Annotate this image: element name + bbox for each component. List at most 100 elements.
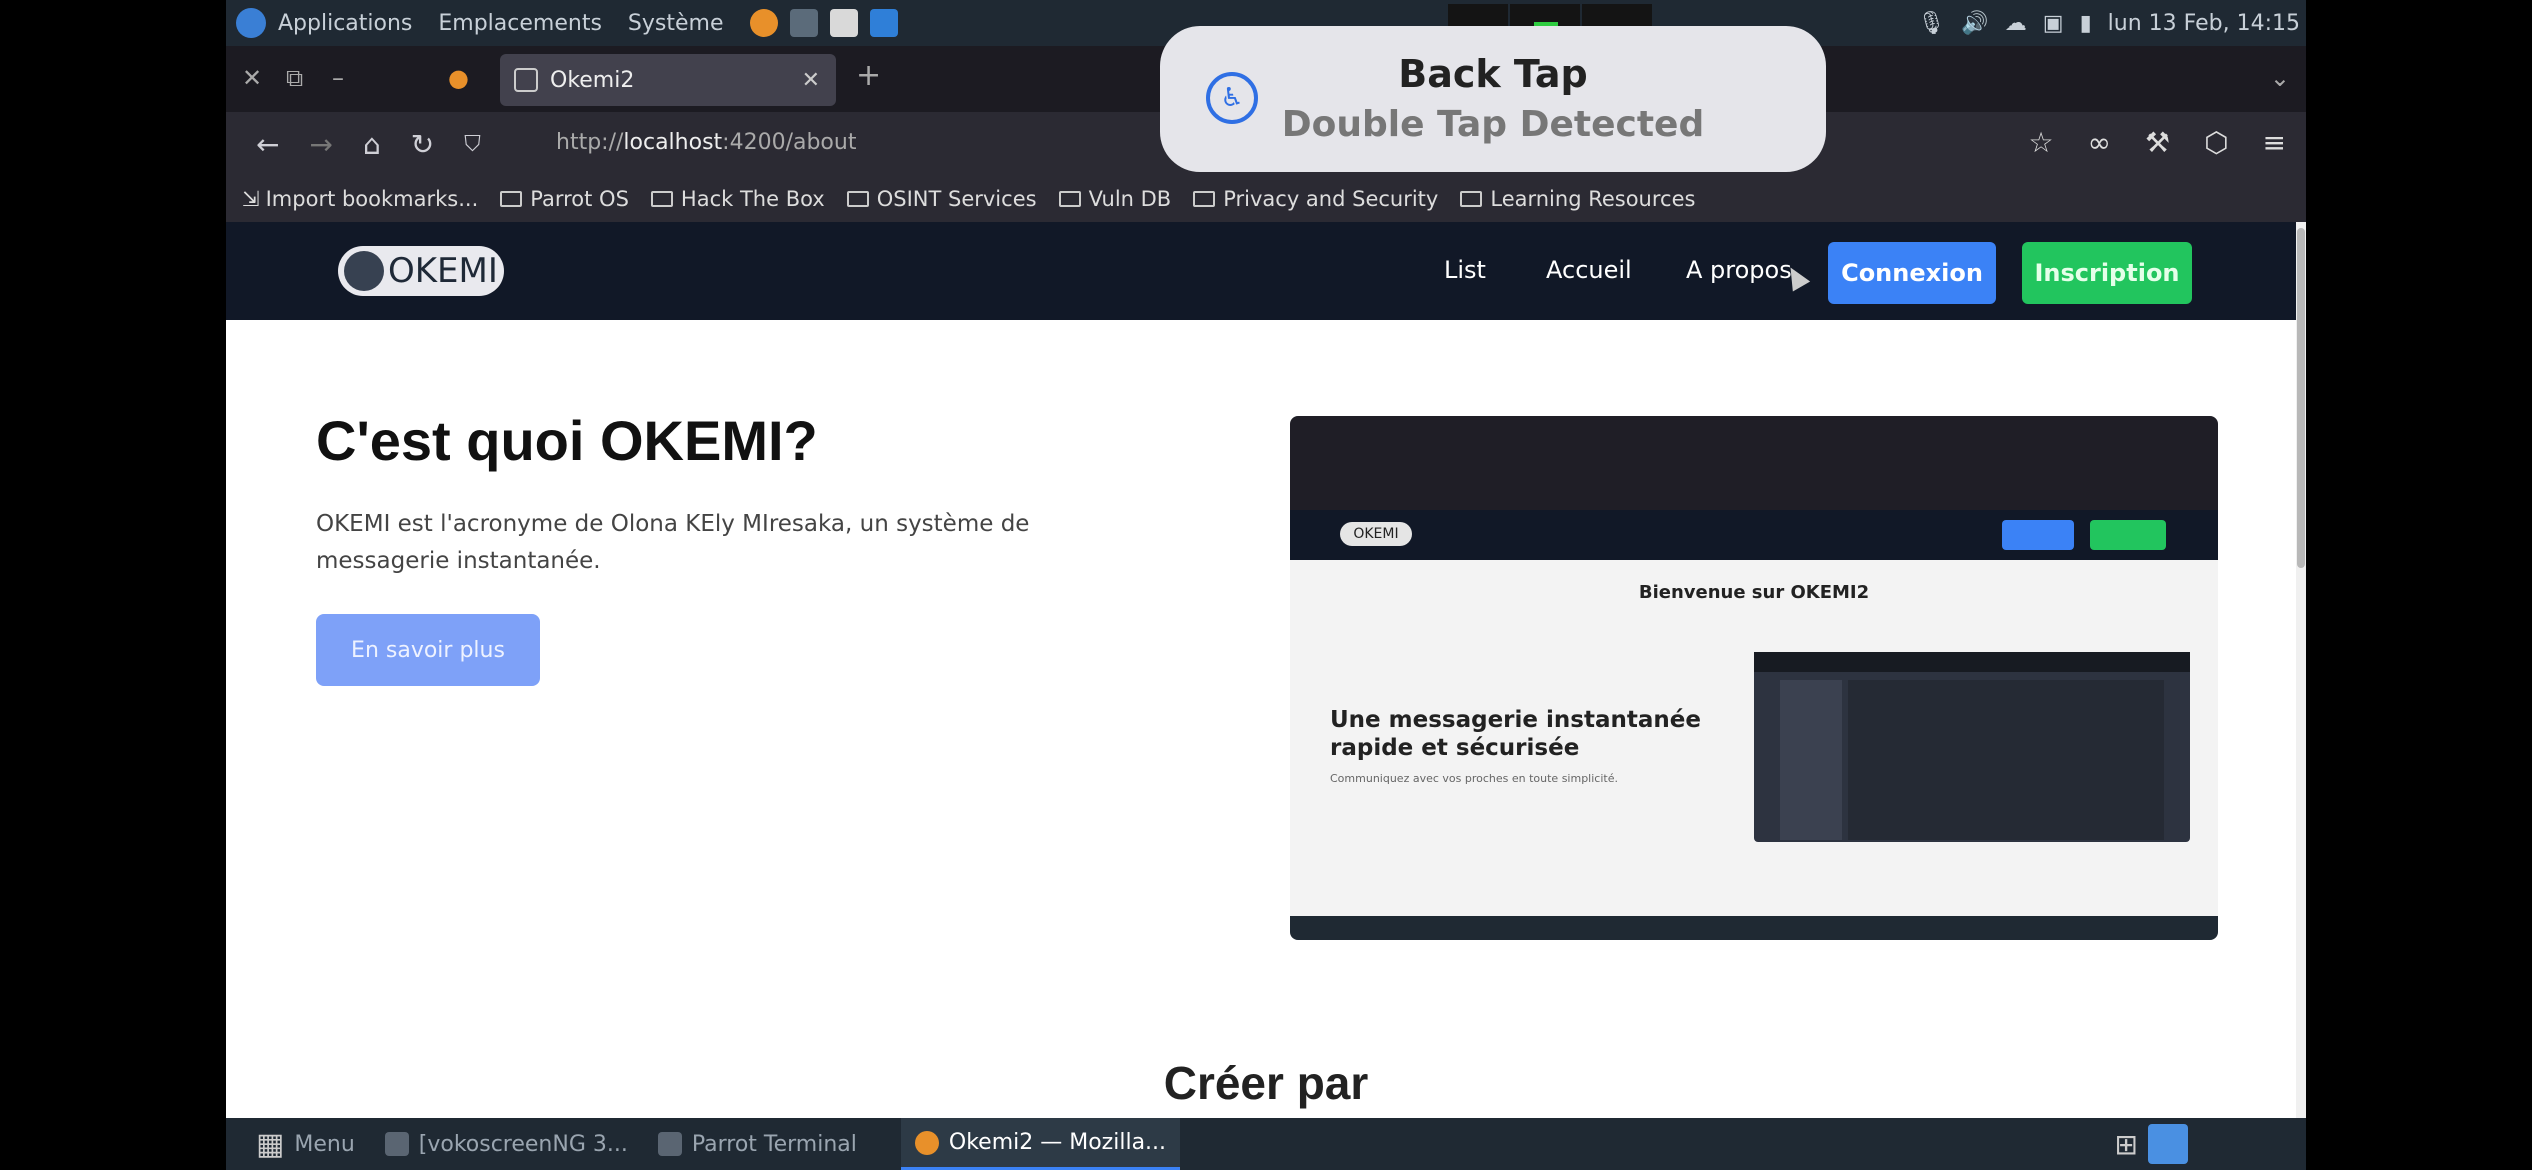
task-vokoscreen[interactable]: [vokoscreenNG 3... bbox=[384, 1132, 628, 1157]
volume-icon[interactable]: 🔊 bbox=[1961, 11, 1988, 36]
bookmarks-toolbar: ⇲ Import bookmarks... Parrot OS Hack The … bbox=[226, 176, 2306, 222]
logo-text: OKEMI bbox=[388, 251, 498, 291]
preview-app-screenshot bbox=[1754, 652, 2190, 842]
preview-taskbar bbox=[1290, 916, 2218, 940]
bookmark-osint-services[interactable]: OSINT Services bbox=[846, 187, 1037, 211]
clock[interactable]: lun 13 Feb, 14:15 bbox=[2108, 11, 2300, 36]
desktop-taskbar: ▦ Menu [vokoscreenNG 3... Parrot Termina… bbox=[226, 1118, 2306, 1170]
url-host: localhost bbox=[623, 130, 723, 155]
task-label: Parrot Terminal bbox=[691, 1131, 857, 1157]
extensions-icon[interactable]: ⬡ bbox=[2204, 126, 2228, 159]
firefox-launcher-icon[interactable] bbox=[749, 9, 778, 37]
folder-icon bbox=[846, 191, 869, 207]
login-button[interactable]: Connexion bbox=[1828, 242, 1996, 304]
bookmark-vuln-db[interactable]: Vuln DB bbox=[1058, 187, 1172, 211]
folder-icon bbox=[650, 191, 673, 207]
tray-app-icon[interactable] bbox=[2148, 1124, 2188, 1164]
firefox-icon bbox=[914, 1130, 939, 1155]
bookmark-label: Vuln DB bbox=[1088, 187, 1172, 211]
folder-icon bbox=[500, 191, 523, 207]
parrot-logo-icon[interactable] bbox=[236, 8, 266, 38]
bookmark-hack-the-box[interactable]: Hack The Box bbox=[650, 187, 825, 211]
terminal-launcher-icon[interactable] bbox=[789, 9, 818, 37]
window-close-icon[interactable]: ✕ bbox=[242, 64, 262, 92]
hamburger-menu-icon[interactable]: ≡ bbox=[2263, 126, 2286, 159]
url-path: :4200/about bbox=[722, 130, 857, 155]
folder-icon bbox=[1193, 191, 1216, 207]
logo-avatar-icon bbox=[344, 251, 384, 291]
back-tap-notification: ♿ Back Tap Double Tap Detected bbox=[1160, 26, 1826, 172]
app-preview-image: OKEMI Bienvenue sur OKEMI2 Une messageri… bbox=[1290, 416, 2218, 940]
preview-logo: OKEMI bbox=[1340, 522, 1412, 546]
bookmark-parrot-os[interactable]: Parrot OS bbox=[500, 187, 629, 211]
preview-login-button bbox=[2002, 520, 2074, 550]
preview-site-navbar bbox=[1290, 510, 2218, 560]
bookmark-label: Hack The Box bbox=[680, 187, 825, 211]
notification-title: Back Tap bbox=[1398, 52, 1588, 96]
hero-title: C'est quoi OKEMI? bbox=[316, 409, 818, 472]
preview-subtext: Communiquez avec vos proches en toute si… bbox=[1330, 772, 1618, 785]
scrollbar-thumb[interactable] bbox=[2297, 228, 2305, 568]
applications-menu[interactable]: Applications bbox=[278, 11, 412, 36]
vokoscreen-icon bbox=[384, 1132, 409, 1156]
preview-screenshot-main bbox=[1848, 680, 2164, 840]
battery-icon[interactable]: ▮ bbox=[2080, 11, 2092, 36]
web-page: OKEMI List Accueil A propos Connexion In… bbox=[226, 222, 2306, 1118]
url-prefix: http:// bbox=[556, 130, 624, 155]
editor-launcher-icon[interactable] bbox=[829, 9, 858, 37]
window-restore-icon[interactable]: ⧉ bbox=[286, 64, 303, 92]
microphone-icon[interactable]: 🎙 bbox=[1917, 11, 1945, 36]
site-favicon-icon bbox=[514, 68, 538, 92]
back-arrow-icon[interactable]: ← bbox=[256, 128, 279, 161]
cloud-icon[interactable]: ☁ bbox=[2005, 11, 2027, 36]
terminal-icon bbox=[657, 1132, 682, 1156]
shield-icon[interactable]: ⛉ bbox=[464, 132, 481, 157]
task-firefox-okemi2[interactable]: Okemi2 — Mozilla... bbox=[900, 1118, 1181, 1170]
window-minimize-icon[interactable]: – bbox=[332, 64, 344, 92]
okemi-logo[interactable]: OKEMI bbox=[338, 246, 504, 296]
notification-subtitle: Double Tap Detected bbox=[1281, 104, 1705, 145]
tab-close-icon[interactable]: ✕ bbox=[802, 68, 820, 93]
network-icon[interactable]: ▣ bbox=[2043, 11, 2064, 36]
signup-button[interactable]: Inscription bbox=[2022, 242, 2192, 304]
grid-icon: ▦ bbox=[256, 1126, 285, 1162]
bookmark-privacy-security[interactable]: Privacy and Security bbox=[1193, 187, 1438, 211]
system-menu[interactable]: Système bbox=[628, 11, 724, 36]
bookmark-learning-resources[interactable]: Learning Resources bbox=[1460, 187, 1695, 211]
home-icon[interactable]: ⌂ bbox=[363, 128, 381, 161]
site-navbar: OKEMI List Accueil A propos Connexion In… bbox=[226, 222, 2306, 320]
vscode-launcher-icon[interactable] bbox=[869, 9, 898, 37]
desktop-screen: Applications Emplacements Système 🎙 🔊 ☁ … bbox=[226, 0, 2306, 1170]
bookmark-label: Import bookmarks... bbox=[265, 187, 479, 211]
bookmark-star-icon[interactable]: ☆ bbox=[2029, 126, 2054, 159]
wrench-icon[interactable]: ⚒ bbox=[2145, 126, 2170, 159]
preview-screenshot-topbar bbox=[1754, 652, 2190, 672]
nav-link-accueil[interactable]: Accueil bbox=[1546, 256, 1632, 284]
preview-welcome-text: Bienvenue sur OKEMI2 bbox=[1638, 582, 1870, 603]
reload-icon[interactable]: ↻ bbox=[411, 128, 434, 161]
start-menu-label: Menu bbox=[294, 1131, 355, 1157]
tab-list-chevron-down-icon[interactable]: ⌄ bbox=[2270, 64, 2290, 92]
task-parrot-terminal[interactable]: Parrot Terminal bbox=[657, 1131, 857, 1157]
preview-headline: Une messagerie instantanée rapide et séc… bbox=[1330, 707, 1701, 761]
task-label: Okemi2 — Mozilla... bbox=[948, 1130, 1167, 1155]
forward-arrow-icon[interactable]: → bbox=[309, 128, 332, 161]
import-icon: ⇲ bbox=[242, 187, 260, 211]
infinity-extension-icon[interactable]: ∞ bbox=[2088, 126, 2111, 159]
url-bar[interactable]: http://localhost:4200/about bbox=[556, 130, 856, 155]
nav-link-a-propos[interactable]: A propos bbox=[1686, 256, 1792, 284]
page-scrollbar[interactable] bbox=[2296, 222, 2306, 1118]
bookmark-label: OSINT Services bbox=[876, 187, 1037, 211]
places-menu[interactable]: Emplacements bbox=[438, 11, 602, 36]
folder-icon bbox=[1058, 191, 1081, 207]
workspace-switcher-icon[interactable]: ⊞ bbox=[2115, 1128, 2138, 1161]
tab-okemi2[interactable]: Okemi2 ✕ bbox=[500, 54, 836, 106]
firefox-view-icon[interactable]: ● bbox=[448, 64, 469, 92]
nav-link-list[interactable]: List bbox=[1444, 256, 1486, 284]
new-tab-icon[interactable]: + bbox=[856, 58, 881, 93]
bookmark-label: Parrot OS bbox=[530, 187, 629, 211]
start-menu-button[interactable]: ▦ Menu bbox=[256, 1127, 355, 1162]
bookmark-import[interactable]: ⇲ Import bookmarks... bbox=[242, 187, 478, 211]
learn-more-button[interactable]: En savoir plus bbox=[316, 614, 540, 686]
preview-signup-button bbox=[2090, 520, 2166, 550]
